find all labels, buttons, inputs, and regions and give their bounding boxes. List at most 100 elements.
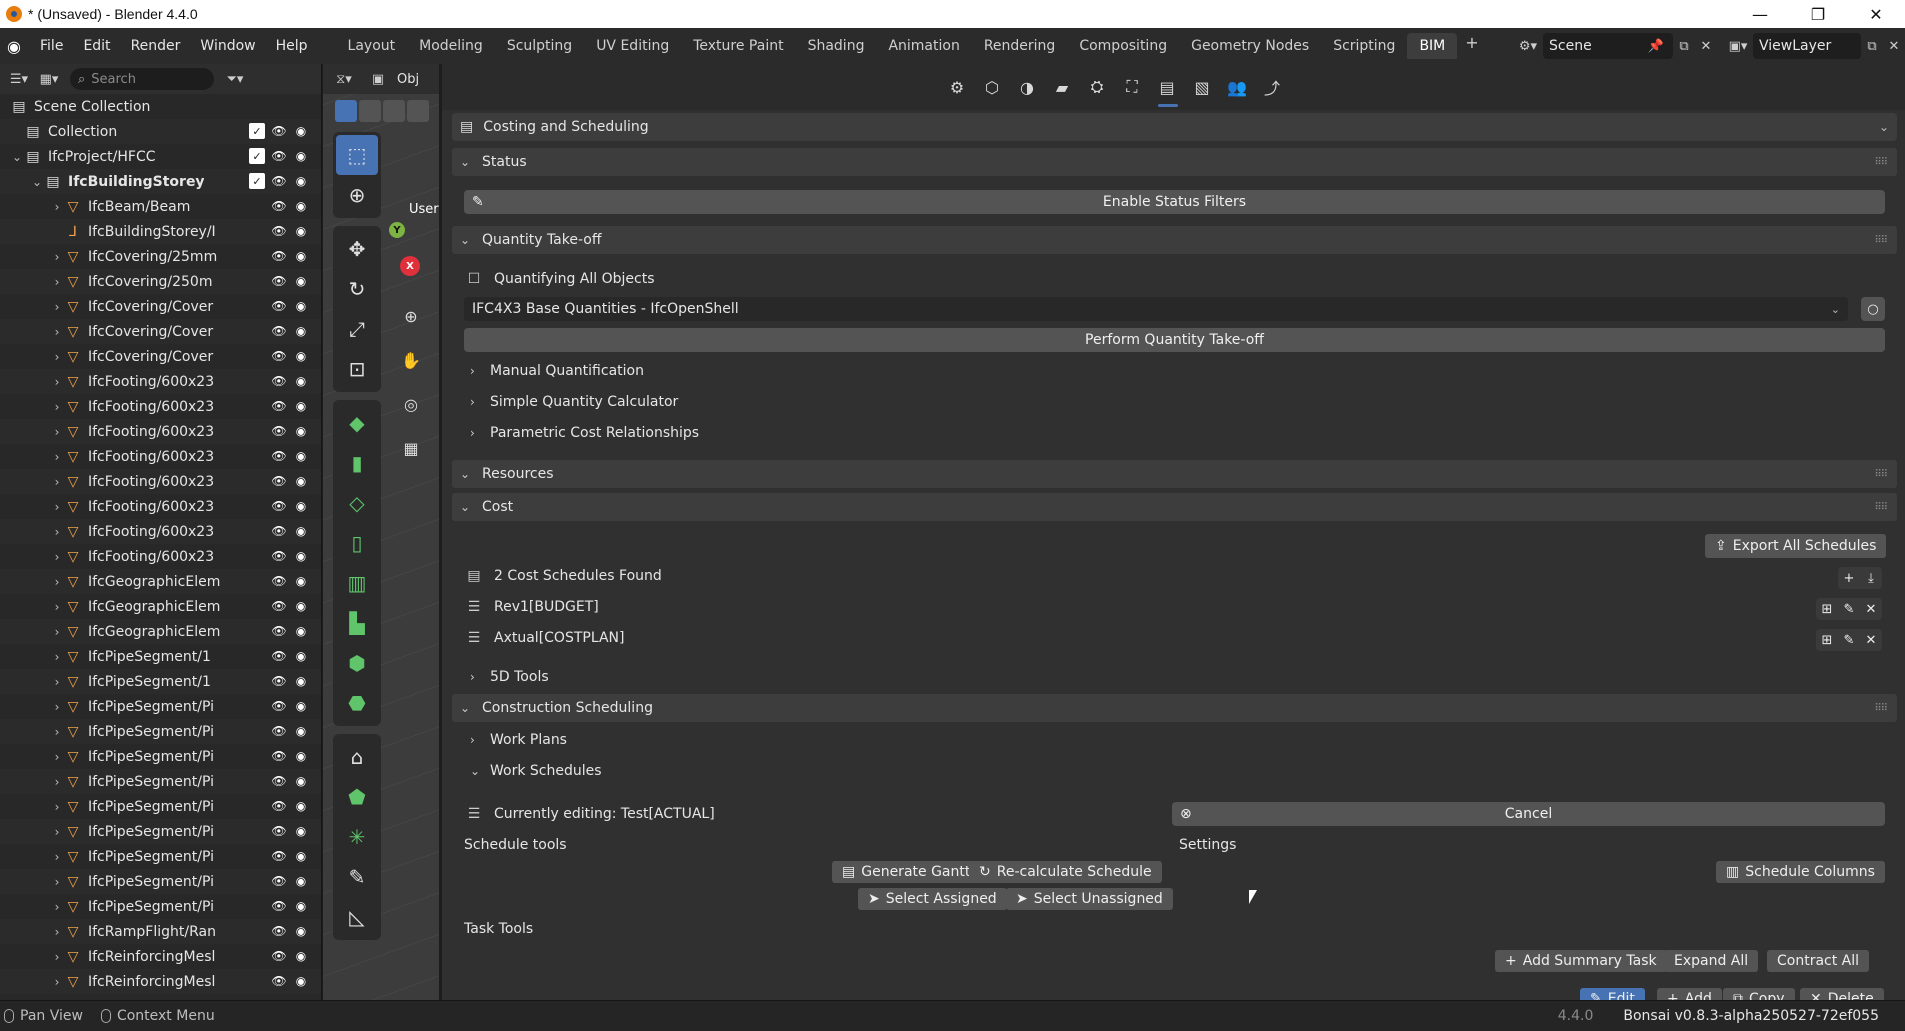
object-mode-label[interactable]: Obj [397,72,419,87]
chevron-right-icon[interactable]: › [50,450,64,464]
camera-icon[interactable]: ◉ [293,473,309,489]
camera-icon[interactable]: ◉ [293,623,309,639]
bim-wall-tool-icon[interactable]: ▮ [336,443,378,483]
cost-schedule-row[interactable]: ☰ Axtual[COSTPLAN] [464,625,625,651]
chevron-down-icon[interactable]: ⌄ [30,175,44,189]
pin-icon[interactable]: 📌 [1645,35,1667,57]
eye-icon[interactable]: 👁 [271,798,287,814]
camera-icon[interactable]: ◉ [293,398,309,414]
cursor-tool-icon[interactable]: ⊕ [336,175,378,215]
tree-row[interactable]: › ▽ IfcPipeSegment/Pi 👁 ◉ [0,819,321,844]
camera-icon[interactable]: ◉ [293,198,309,214]
tree-row[interactable]: › ▽ IfcCovering/25mm 👁 ◉ [0,244,321,269]
bim-element-tool-icon[interactable]: ⬣ [336,683,378,723]
transform-tool-icon[interactable]: ⊡ [336,349,378,389]
subsection-manual-quantification[interactable]: › Manual Quantification [470,358,644,384]
eye-icon[interactable]: 👁 [271,748,287,764]
chevron-right-icon[interactable]: › [50,375,64,389]
generate-gantt-button[interactable]: ▤ Generate Gantt [832,861,981,883]
tree-row[interactable]: › ▽ IfcGeographicElem 👁 ◉ [0,594,321,619]
drag-handle-icon[interactable]: ⠿⠿ [1874,703,1888,714]
tree-row[interactable]: › ▽ IfcFooting/600x23 👁 ◉ [0,394,321,419]
eye-icon[interactable]: 👁 [271,698,287,714]
editor-type-icon[interactable]: ☰▾ [4,68,34,90]
eye-icon[interactable]: 👁 [271,548,287,564]
chevron-right-icon[interactable]: › [50,875,64,889]
chevron-right-icon[interactable]: › [50,475,64,489]
other-tab-icon[interactable]: ⤴ [1259,72,1286,102]
camera-icon[interactable]: ◉ [293,448,309,464]
tree-row[interactable]: ⌄ ▤ IfcProject/HFCC ✓ 👁 ◉ [0,144,321,169]
tree-row[interactable]: ⅃ IfcBuildingStorey/I 👁 ◉ [0,219,321,244]
cancel-editing-button[interactable]: ⊗ Cancel [1172,802,1885,826]
tree-row[interactable]: › ▽ IfcFooting/600x23 👁 ◉ [0,494,321,519]
eye-icon[interactable]: 👁 [271,848,287,864]
menu-file[interactable]: File [30,34,73,58]
camera-icon[interactable]: ◉ [293,248,309,264]
tab-bim[interactable]: BIM [1407,33,1458,59]
subsection-simple-quantity-calculator[interactable]: › Simple Quantity Calculator [470,389,678,415]
schedule-columns-button[interactable]: ▥ Schedule Columns [1716,861,1885,883]
tree-row[interactable]: › ▽ IfcPipeSegment/Pi 👁 ◉ [0,794,321,819]
exclude-checkbox-icon[interactable]: ✓ [249,123,265,139]
tree-row[interactable]: › ▽ IfcCovering/250m 👁 ◉ [0,269,321,294]
chevron-right-icon[interactable]: › [50,200,64,214]
remove-icon[interactable]: ✕ [1860,598,1882,620]
tree-row[interactable]: › ▽ IfcPipeSegment/Pi 👁 ◉ [0,869,321,894]
facility-management-tab-icon[interactable]: ▧ [1189,72,1216,102]
exclude-checkbox-icon[interactable]: ✓ [249,173,265,189]
camera-icon[interactable]: ◉ [293,423,309,439]
hierarchy-icon[interactable]: ⊞ [1816,598,1838,620]
tree-row[interactable]: ▤ Collection ✓ 👁 ◉ [0,119,321,144]
checkbox-icon[interactable]: ☐ [464,271,484,287]
camera-icon[interactable]: ◉ [293,698,309,714]
perform-quantity-takeoff-button[interactable]: Perform Quantity Take-off [464,328,1885,352]
chevron-right-icon[interactable]: › [50,775,64,789]
section-construction-scheduling[interactable]: ⌄ Construction Scheduling ⠿⠿ [452,694,1897,722]
camera-icon[interactable]: ◉ [293,373,309,389]
chevron-right-icon[interactable]: › [50,900,64,914]
filter-icon[interactable]: ⏷▾ [220,68,250,90]
tree-row[interactable]: › ▽ IfcPipeSegment/1 👁 ◉ [0,644,321,669]
eye-icon[interactable]: 👁 [271,198,287,214]
tab-shading[interactable]: Shading [796,33,877,59]
eye-icon[interactable]: 👁 [271,473,287,489]
chevron-down-icon[interactable]: ⌄ [10,150,24,164]
select-box-tool-icon[interactable]: ⬚ [336,135,378,175]
tree-row-scene-collection[interactable]: ▤ Scene Collection [0,94,321,119]
eye-icon[interactable]: 👁 [271,323,287,339]
chevron-right-icon[interactable]: › [50,725,64,739]
eye-icon[interactable]: 👁 [271,223,287,239]
drag-handle-icon[interactable]: ⠿⠿ [1874,157,1888,168]
chevron-right-icon[interactable]: › [50,850,64,864]
eye-icon[interactable]: 👁 [271,373,287,389]
drag-handle-icon[interactable]: ⠿⠿ [1874,469,1888,480]
tree-row[interactable]: ⌄▤ IfcBuildingStorey/Four ✓ 👁 ◉ [0,169,321,194]
camera-icon[interactable]: ◉ [293,298,309,314]
move-tool-icon[interactable]: ✥ [336,229,378,269]
bim-door-tool-icon[interactable]: ▯ [336,523,378,563]
exclude-checkbox-icon[interactable]: ✓ [249,148,265,164]
geometry-tab-icon[interactable]: ◑ [1014,72,1041,102]
eye-icon[interactable]: 👁 [271,348,287,364]
camera-icon[interactable]: ◉ [293,123,309,139]
section-resources[interactable]: ⌄ Resources ⠿⠿ [452,460,1897,488]
chevron-right-icon[interactable]: › [50,925,64,939]
add-workspace-icon[interactable]: + [1457,33,1486,59]
chevron-right-icon[interactable]: › [50,650,64,664]
eye-icon[interactable]: 👁 [271,298,287,314]
copy-task-button[interactable]: ⧉ Copy [1723,988,1795,1000]
bim-structural-tool-icon[interactable]: ✳ [336,817,378,857]
eye-icon[interactable]: 👁 [271,173,287,189]
tab-texture-paint[interactable]: Texture Paint [681,33,795,59]
camera-icon[interactable]: ◉ [293,748,309,764]
eye-icon[interactable]: 👁 [271,923,287,939]
expand-all-button[interactable]: Expand All [1664,950,1759,972]
eye-icon[interactable]: 👁 [271,148,287,164]
tab-scripting[interactable]: Scripting [1321,33,1407,59]
tree-row[interactable]: › ▽ IfcPipeSegment/Pi 👁 ◉ [0,769,321,794]
subsection-parametric-cost-relationships[interactable]: › Parametric Cost Relationships [470,420,699,446]
eye-icon[interactable]: 👁 [271,823,287,839]
tree-row[interactable]: › ▽ IfcFooting/600x23 👁 ◉ [0,544,321,569]
import-cost-schedule-icon[interactable]: ⤓ [1860,567,1882,589]
